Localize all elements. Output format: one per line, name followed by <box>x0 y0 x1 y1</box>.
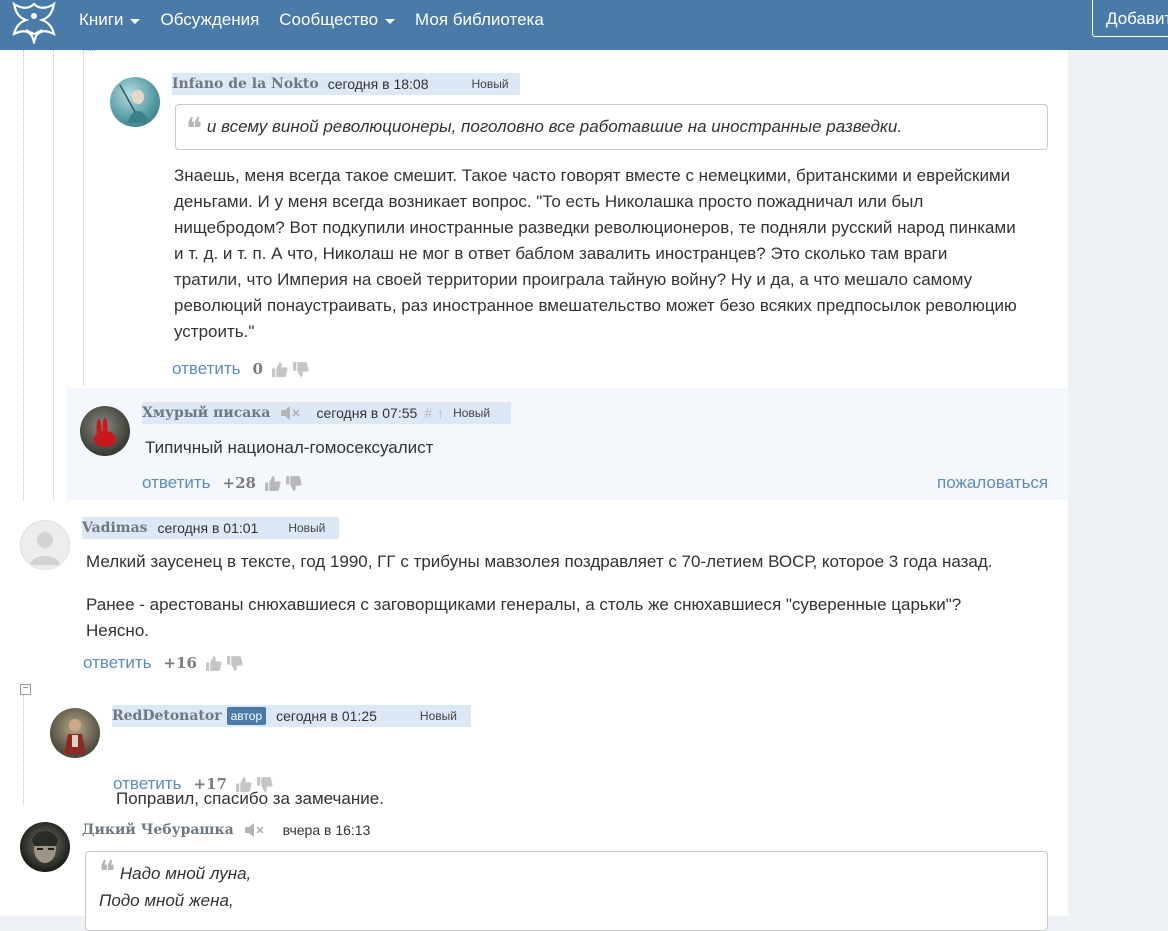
comment-score: +28 <box>222 474 256 492</box>
comment-text: Знаешь, меня всегда такое смешит. Такое … <box>174 163 1054 345</box>
avatar-face-icon <box>32 831 58 863</box>
nav-item-label: Обсуждения <box>160 10 260 29</box>
top-navbar: Книги Обсуждения Сообщество Моя библиоте… <box>0 0 1168 50</box>
nav-item-community[interactable]: Сообщество <box>279 10 396 30</box>
avatar-rabbit-icon <box>94 418 116 447</box>
mute-icon[interactable] <box>280 405 302 421</box>
text-line: нищебродом? Вот подкупили иностранные ра… <box>174 218 1016 237</box>
new-badge: Новый <box>419 709 457 723</box>
thumbs-up-icon[interactable] <box>235 776 252 793</box>
nav-item-discussions[interactable]: Обсуждения <box>160 10 259 30</box>
text-line: деньгами. И у меня всегда возникает вопр… <box>174 192 924 211</box>
comment-actions: ответить +28 <box>142 472 302 494</box>
quote-text: и всему виной революционеры, поголовно в… <box>206 117 903 136</box>
nav-item-label: Моя библиотека <box>415 10 544 29</box>
default-user-icon <box>30 532 60 565</box>
author-badge: автор <box>226 707 267 725</box>
nav-item-label: Сообщество <box>279 10 379 29</box>
thumbs-down-icon[interactable] <box>292 361 309 378</box>
author-name[interactable]: Vadimas <box>82 520 148 536</box>
reply-link[interactable]: ответить <box>172 359 241 379</box>
author-name[interactable]: Infano de la Nokto <box>172 76 319 92</box>
mute-icon[interactable] <box>244 822 266 838</box>
collapse-thread-icon[interactable]: − <box>20 684 31 695</box>
avatar[interactable] <box>80 406 130 456</box>
thread-guide-line <box>23 50 24 500</box>
text-line: и т. д. и т. п. А что, Николаш не мог в … <box>174 244 948 263</box>
comment-time[interactable]: сегодня в 18:08 <box>328 76 429 92</box>
text-line: революций понаустраивать, раз иностранно… <box>174 296 1017 315</box>
chevron-down-icon <box>130 18 141 24</box>
text-line: Знаешь, меня всегда такое смешит. Такое … <box>174 166 1011 185</box>
comment-text: Ранее - арестованы снюхавшиеся с заговор… <box>86 592 961 644</box>
thread-guide-line <box>83 50 95 51</box>
quote-line: Надо мной луна, <box>119 864 252 883</box>
avatar-figure-icon <box>119 84 148 123</box>
comment-actions: ответить +17 <box>113 773 273 795</box>
thumbs-up-icon[interactable] <box>264 475 281 492</box>
quote-line: Подо мной жена, <box>99 891 234 910</box>
site-logo-icon[interactable] <box>8 0 60 44</box>
text-line: устроить." <box>174 322 255 341</box>
comment-actions: ответить 0 <box>172 358 309 380</box>
avatar[interactable] <box>20 822 70 872</box>
new-badge: Новый <box>471 77 509 91</box>
thumbs-up-icon[interactable] <box>205 655 222 672</box>
avatar-soldier-icon <box>64 719 86 754</box>
permalink-hash[interactable]: # <box>424 405 432 421</box>
comment-time[interactable]: вчера в 16:13 <box>283 822 371 838</box>
text-line: Ранее - арестованы снюхавшиеся с заговор… <box>86 595 962 614</box>
quote-block: ❝ и всему виной революционеры, поголовно… <box>175 104 1048 150</box>
avatar[interactable] <box>50 708 100 758</box>
nav-item-label: Книги <box>79 10 124 29</box>
comment-time[interactable]: сегодня в 01:25 <box>276 708 377 724</box>
comment-score: +17 <box>193 775 227 793</box>
comment-time[interactable]: сегодня в 07:55 <box>316 405 417 421</box>
comments-panel: Infano de la Nokto сегодня в 18:08 Новый… <box>0 50 1068 931</box>
new-badge: Новый <box>453 406 491 420</box>
thread-guide-line <box>23 695 24 805</box>
comment-meta: Дикий Чебурашка вчера в 16:13 <box>82 819 370 841</box>
comment-meta: Infano de la Nokto сегодня в 18:08 Новый <box>172 73 520 95</box>
comment-time[interactable]: сегодня в 01:01 <box>158 520 259 536</box>
reply-link[interactable]: ответить <box>142 473 211 493</box>
thumbs-down-icon[interactable] <box>256 776 273 793</box>
thumbs-down-icon[interactable] <box>285 475 302 492</box>
thread-guide-line <box>83 50 84 385</box>
parent-arrow-icon[interactable]: ↑ <box>437 405 444 421</box>
main-nav: Книги Обсуждения Сообщество Моя библиоте… <box>79 0 564 40</box>
comment-score: +16 <box>163 654 197 672</box>
comment-text: Мелкий заусенец в тексте, год 1990, ГГ с… <box>86 552 993 571</box>
nav-item-books[interactable]: Книги <box>79 10 141 30</box>
thumbs-down-icon[interactable] <box>226 655 243 672</box>
reply-link[interactable]: ответить <box>83 653 152 673</box>
author-name[interactable]: Хмурый писака <box>142 405 270 421</box>
avatar[interactable] <box>20 520 70 570</box>
text-line: тратили, что Империя на своей территории… <box>174 270 973 289</box>
report-link[interactable]: пожаловаться <box>937 472 1048 494</box>
comment-meta: Vadimas сегодня в 01:01 Новый <box>82 517 339 539</box>
avatar[interactable] <box>110 77 160 127</box>
comment-meta: RedDetonator автор сегодня в 01:25 Новый <box>112 705 471 727</box>
chevron-down-icon <box>385 18 396 24</box>
author-name[interactable]: RedDetonator <box>112 708 222 724</box>
text-line: Неясно. <box>86 621 150 640</box>
comment-text: Типичный национал-гомосексуалист <box>145 438 434 457</box>
add-button[interactable]: Добавить <box>1092 0 1168 37</box>
comment-score: 0 <box>252 360 263 378</box>
reply-link[interactable]: ответить <box>113 774 182 794</box>
new-badge: Новый <box>288 521 326 535</box>
author-name[interactable]: Дикий Чебурашка <box>82 822 234 838</box>
thread-guide-line <box>53 50 54 500</box>
quote-mark-icon: ❝ <box>186 112 203 147</box>
quote-mark-icon: ❝ <box>99 855 116 890</box>
comment-meta: Хмурый писака сегодня в 07:55 # ↑ Новый <box>142 402 511 424</box>
nav-item-my-library[interactable]: Моя библиотека <box>415 10 544 30</box>
thumbs-up-icon[interactable] <box>271 361 288 378</box>
quote-block: ❝ Надо мной луна, Подо мной жена, <box>85 851 1048 931</box>
comment-actions: ответить +16 <box>83 652 243 674</box>
